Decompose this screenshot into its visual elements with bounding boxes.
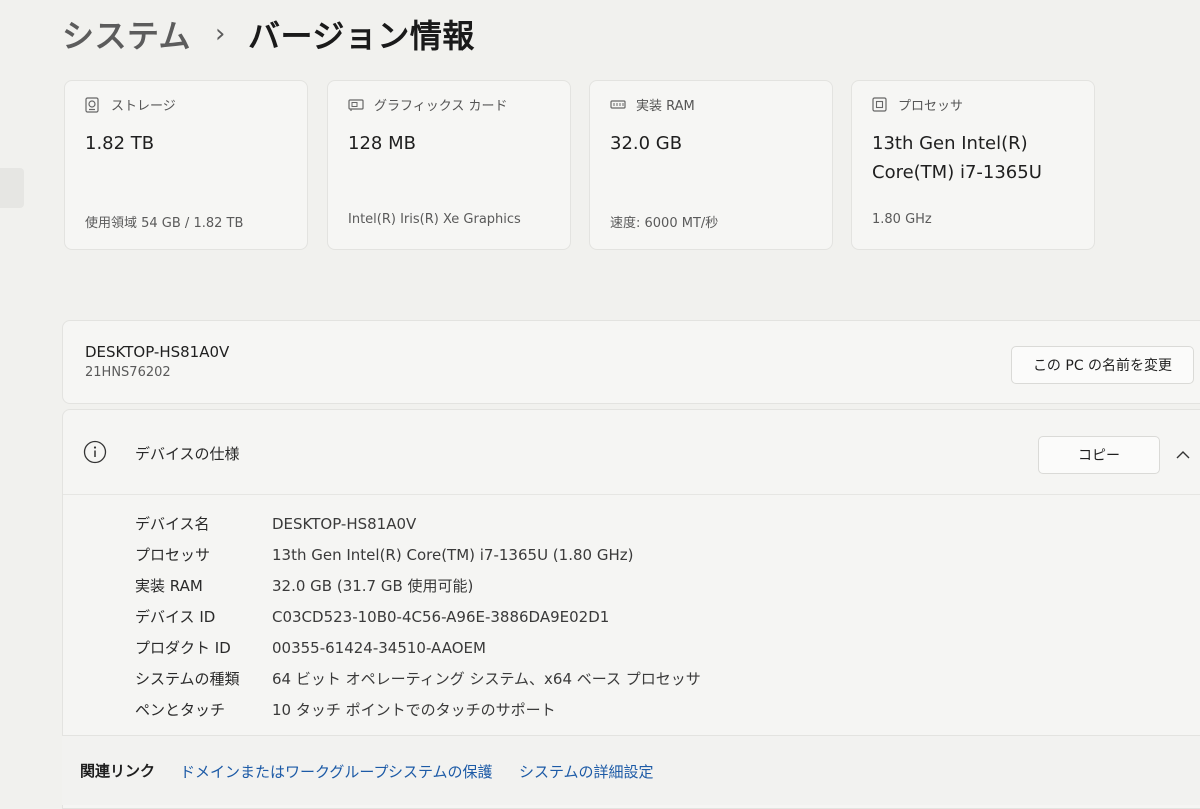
spec-key: ペンとタッチ <box>135 701 226 719</box>
spec-key: システムの種類 <box>135 670 240 688</box>
spec-value: 13th Gen Intel(R) Core(TM) i7-1365U (1.8… <box>272 545 634 564</box>
storage-card[interactable]: ストレージ 1.82 TB 使用領域 54 GB / 1.82 TB <box>64 80 308 250</box>
graphics-card-icon <box>348 97 364 113</box>
domain-workgroup-link[interactable]: ドメインまたはワークグループ <box>180 761 389 782</box>
copy-button[interactable]: コピー <box>1038 436 1160 474</box>
spec-value: DESKTOP-HS81A0V <box>272 514 417 533</box>
ram-detail: 速度: 6000 MT/秒 <box>610 216 719 231</box>
device-name-section: DESKTOP-HS81A0V 21HNS76202 この PC の名前を変更 <box>62 320 1200 404</box>
spec-value: 64 ビット オペレーティング システム、x64 ベース プロセッサ <box>272 670 701 688</box>
graphics-label: グラフィックス カード <box>374 99 508 114</box>
device-name: DESKTOP-HS81A0V <box>85 343 230 361</box>
processor-card[interactable]: プロセッサ 13th Gen Intel(R) Core(TM) i7-1365… <box>851 80 1095 250</box>
spec-value: 32.0 GB (31.7 GB 使用可能) <box>272 577 474 595</box>
storage-label: ストレージ <box>111 99 176 114</box>
spec-row: デバイス ID C03CD523-10B0-4C56-A96E-3886DA9E0… <box>135 601 701 632</box>
storage-icon <box>85 96 101 113</box>
processor-detail: 1.80 GHz <box>872 212 932 227</box>
related-links-label: 関連リンク <box>80 762 156 780</box>
ram-card[interactable]: 実装 RAM 32.0 GB 速度: 6000 MT/秒 <box>589 80 833 250</box>
related-links-bar: 関連リンク ドメインまたはワークグループ システムの保護 システムの詳細設定 <box>62 735 1200 805</box>
processor-label: プロセッサ <box>898 99 964 114</box>
ram-icon <box>610 97 626 113</box>
ram-label: 実装 RAM <box>636 99 695 114</box>
graphics-card[interactable]: グラフィックス カード 128 MB Intel(R) Iris(R) Xe G… <box>327 80 571 250</box>
device-specs-header[interactable]: デバイスの仕様 コピー <box>63 410 1200 495</box>
device-model: 21HNS76202 <box>85 365 171 380</box>
nav-pane-edge <box>0 168 24 208</box>
breadcrumb-parent[interactable]: システム <box>62 11 191 57</box>
spec-key: プロダクト ID <box>135 639 231 657</box>
storage-value: 1.82 TB <box>85 133 155 154</box>
spec-key: デバイス ID <box>135 608 216 626</box>
graphics-detail: Intel(R) Iris(R) Xe Graphics <box>348 212 521 227</box>
spec-key: プロセッサ <box>135 546 211 564</box>
graphics-value: 128 MB <box>348 133 416 154</box>
spec-row: プロセッサ 13th Gen Intel(R) Core(TM) i7-1365U… <box>135 539 701 570</box>
info-icon <box>83 440 107 464</box>
breadcrumb: システム › バージョン情報 <box>62 10 475 58</box>
breadcrumb-separator: › <box>215 19 226 49</box>
spec-value: 10 タッチ ポイントでのタッチのサポート <box>272 701 556 719</box>
ram-value: 32.0 GB <box>610 133 683 154</box>
spec-row: 実装 RAM 32.0 GB (31.7 GB 使用可能) <box>135 570 701 601</box>
processor-icon <box>872 97 888 113</box>
device-specs-list: デバイス名 DESKTOP-HS81A0V プロセッサ 13th Gen Intel… <box>135 508 701 725</box>
page-title: バージョン情報 <box>247 17 475 55</box>
advanced-system-settings-link[interactable]: システムの詳細設定 <box>519 761 654 782</box>
spec-key: デバイス名 <box>135 515 210 533</box>
device-specs-title: デバイスの仕様 <box>135 445 240 463</box>
spec-value: C03CD523-10B0-4C56-A96E-3886DA9E02D1 <box>272 607 610 626</box>
spec-row: システムの種類 64 ビット オペレーティング システム、x64 ベース プロセッ… <box>135 663 701 694</box>
spec-row: プロダクト ID 00355-61424-34510-AAOEM <box>135 632 701 663</box>
spec-value: 00355-61424-34510-AAOEM <box>272 638 486 657</box>
chevron-up-icon[interactable] <box>1175 446 1191 459</box>
rename-pc-button[interactable]: この PC の名前を変更 <box>1011 346 1194 384</box>
storage-detail: 使用領域 54 GB / 1.82 TB <box>85 216 244 231</box>
spec-row: デバイス名 DESKTOP-HS81A0V <box>135 508 701 539</box>
spec-key: 実装 RAM <box>135 577 203 595</box>
system-protection-link[interactable]: システムの保護 <box>388 761 493 782</box>
processor-value: 13th Gen Intel(R) Core(TM) i7-1365U <box>872 133 1042 183</box>
spec-row: ペンとタッチ 10 タッチ ポイントでのタッチのサポート <box>135 694 701 725</box>
